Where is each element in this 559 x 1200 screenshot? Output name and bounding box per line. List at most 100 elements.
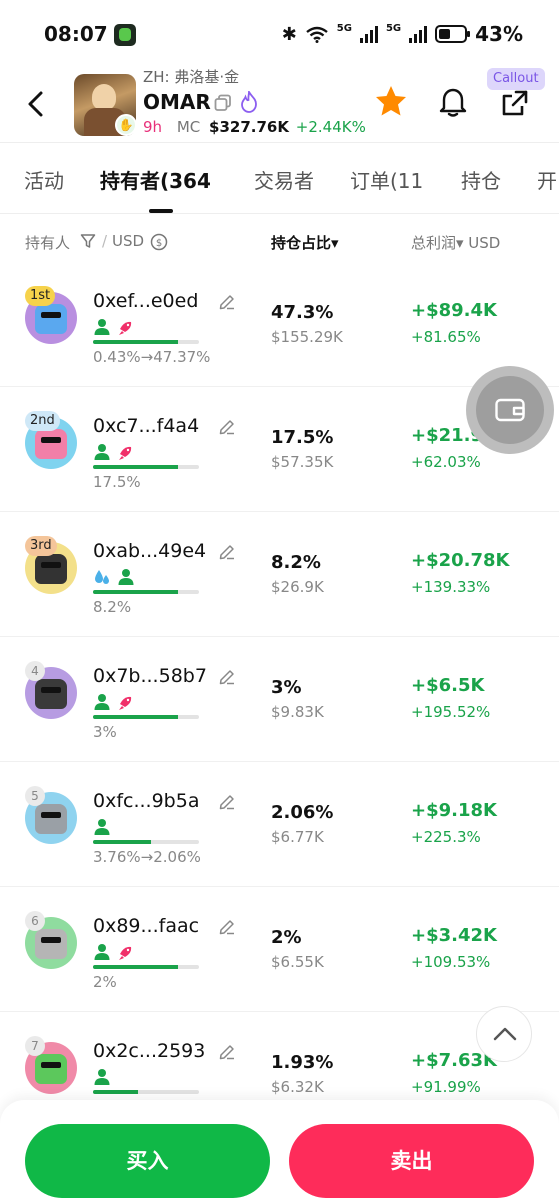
rank-badge: 3rd — [25, 536, 57, 556]
wifi-icon — [306, 26, 328, 43]
tab-more[interactable]: 开 — [537, 165, 557, 194]
holder-address[interactable]: 0xef...e0ed — [93, 290, 198, 312]
holding-history: 8.2% — [93, 598, 132, 616]
holding-value: $6.55K — [271, 953, 324, 971]
holder-row[interactable]: 3rd 0xab...49e4 8.2% 8.2% $26.9K +$20.78K +139… — [0, 512, 559, 637]
holding-percent: 47.3% — [271, 302, 334, 323]
holding-change-bar-fill — [93, 465, 178, 469]
holding-percent: 17.5% — [271, 427, 334, 448]
holder-address[interactable]: 0xab...49e4 — [93, 540, 206, 562]
status-icons: ✱ 5G 5G 43% — [282, 22, 523, 46]
holding-percent: 8.2% — [271, 552, 321, 573]
sell-button[interactable]: 卖出 — [289, 1124, 534, 1198]
edit-icon[interactable] — [218, 417, 236, 435]
tab-positions[interactable]: 持仓 — [461, 165, 501, 194]
holding-change-bar — [93, 1090, 199, 1094]
coin-icon[interactable]: $ — [150, 233, 168, 251]
total-profit: +$3.42K — [411, 925, 497, 946]
holding-percent: 2% — [271, 927, 302, 948]
buy-button[interactable]: 买入 — [25, 1124, 270, 1198]
total-profit: +$9.18K — [411, 800, 497, 821]
holding-percent: 3% — [271, 677, 302, 698]
mc-value: $327.76K — [209, 118, 289, 136]
copy-icon[interactable] — [214, 94, 232, 112]
holding-value: $9.83K — [271, 703, 324, 721]
holder-row[interactable]: 4 0x7b...58b7 3% 3% $9.83K +$6.5K +195.52% — [0, 637, 559, 762]
rank-badge: 6 — [25, 911, 45, 931]
tab-indicator — [149, 209, 173, 213]
holder-tags — [93, 318, 135, 336]
user-icon — [118, 569, 134, 585]
user-icon — [94, 694, 110, 710]
battery-icon — [435, 25, 471, 43]
column-profit-sort[interactable]: 总利润▾ USD — [411, 232, 500, 253]
column-usd[interactable]: USD — [112, 232, 144, 250]
holding-change-bar-fill — [93, 965, 178, 969]
profit-percent: +109.53% — [411, 953, 491, 971]
callout-badge[interactable]: Callout — [487, 68, 545, 90]
fish-icon — [119, 946, 132, 960]
holding-change-bar — [93, 590, 199, 594]
floating-wallet-button[interactable] — [466, 366, 554, 454]
rank-badge: 4 — [25, 661, 45, 681]
holder-address[interactable]: 0xfc...9b5a — [93, 790, 199, 812]
holding-history: 0.43%→47.37% — [93, 348, 211, 366]
holder-tags — [93, 443, 135, 461]
holding-value: $6.32K — [271, 1078, 324, 1096]
filter-icon[interactable] — [80, 233, 96, 249]
total-profit: +$6.5K — [411, 675, 485, 696]
user-icon — [94, 444, 110, 460]
holding-history: 3% — [93, 723, 117, 741]
holding-value: $6.77K — [271, 828, 324, 846]
avatar-figure — [35, 1054, 67, 1084]
droplet-icon — [95, 570, 109, 584]
bluetooth-icon: ✱ — [281, 23, 297, 45]
holding-change-bar-fill — [93, 590, 178, 594]
holding-change-bar-fill — [93, 340, 178, 344]
edit-icon[interactable] — [218, 542, 236, 560]
holding-change-bar — [93, 715, 199, 719]
tab-activity[interactable]: 活动 — [24, 165, 64, 194]
holder-row[interactable]: 6 0x89...faac 2% 2% $6.55K +$3.42K +109.53% — [0, 887, 559, 1012]
tab-orders-count: (11 — [390, 169, 424, 193]
holding-change-bar-fill — [93, 1090, 138, 1094]
profit-percent: +62.03% — [411, 453, 481, 471]
profit-percent: +195.52% — [411, 703, 491, 721]
column-share-sort[interactable]: 持仓占比▾ — [271, 232, 339, 253]
holder-row[interactable]: 5 0xfc...9b5a 3.76%→2.06% 2.06% $6.77K +$9.18… — [0, 762, 559, 887]
status-time: 08:07 — [44, 22, 108, 46]
tab-orders[interactable]: 订单(11 — [350, 165, 423, 194]
user-icon — [94, 944, 110, 960]
avatar-figure — [35, 679, 67, 709]
holding-history: 3.76%→2.06% — [93, 848, 201, 866]
holder-address[interactable]: 0x2c...2593 — [93, 1040, 205, 1062]
rank-badge: 2nd — [25, 411, 60, 431]
holder-address[interactable]: 0xc7...f4a4 — [93, 415, 199, 437]
svg-text:$: $ — [156, 238, 162, 249]
signal-icon-2 — [409, 25, 428, 43]
back-icon[interactable] — [24, 90, 48, 118]
tab-traders[interactable]: 交易者 — [254, 165, 314, 194]
token-age: 9h — [143, 118, 163, 136]
edit-icon[interactable] — [218, 917, 236, 935]
star-icon[interactable] — [374, 84, 408, 118]
scroll-to-top-button[interactable] — [476, 1006, 532, 1062]
holding-change-bar-fill — [93, 840, 152, 844]
share-icon[interactable] — [500, 88, 530, 118]
mc-label: MC — [176, 118, 201, 136]
holder-address[interactable]: 0x89...faac — [93, 915, 199, 937]
holder-tags — [93, 568, 135, 586]
avatar-figure — [35, 554, 67, 584]
chevron-up-icon — [493, 1027, 517, 1041]
edit-icon[interactable] — [218, 792, 236, 810]
rank-badge: 1st — [25, 286, 56, 306]
holding-percent: 2.06% — [271, 802, 334, 823]
edit-icon[interactable] — [218, 1042, 236, 1060]
holder-row[interactable]: 1st 0xef...e0ed 0.43%→47.37% 47.3% $155.29K +… — [0, 262, 559, 387]
column-separator: / — [102, 232, 108, 250]
edit-icon[interactable] — [218, 667, 236, 685]
tab-holders[interactable]: 持有者(364 — [100, 165, 211, 194]
holder-address[interactable]: 0x7b...58b7 — [93, 665, 207, 687]
bell-icon[interactable] — [438, 86, 468, 118]
edit-icon[interactable] — [218, 292, 236, 310]
